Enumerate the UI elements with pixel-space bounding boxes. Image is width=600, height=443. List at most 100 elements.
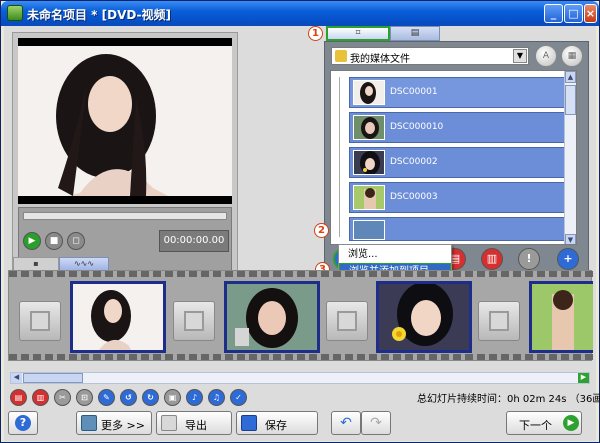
more-label: 更多 >> [101,419,145,432]
scroll-up-icon[interactable]: ▲ [565,71,576,83]
remove-all-icon[interactable]: ▥ [481,248,503,270]
help-icon: ? [15,415,31,431]
auto-arrange-icon[interactable]: A [535,45,557,67]
thumbnail [353,115,385,140]
close-button[interactable]: × [584,4,597,23]
app-logo-icon [7,5,23,21]
redo-button[interactable]: ↷ [361,411,391,435]
apply-icon[interactable]: ✓ [230,389,247,406]
callout-2: 2 [314,223,329,238]
add-icon[interactable]: + [557,248,579,270]
preview-panel: ▶ ■ ◻ 00:00:00.00 [12,32,238,279]
info-icon[interactable]: ! [518,248,540,270]
delete-slide-icon[interactable]: ▤ [10,389,27,406]
client-area: ▶ ■ ◻ 00:00:00.00 1 ⌗ ▤ 我的媒体文件 ▼ A ▦ DSC… [4,26,600,441]
transition-icon [184,311,204,331]
undo-button[interactable]: ↶ [331,411,361,435]
transition-icon [489,311,509,331]
list-item[interactable]: DSC00003 [349,182,571,213]
slide-thumbnail[interactable] [70,281,166,353]
save-label: 保存 [265,419,287,432]
camera-icon: ▪ [33,259,39,268]
edit-icon[interactable]: ✎ [98,389,115,406]
chevron-down-icon[interactable]: ▼ [513,49,527,63]
tab-other[interactable]: ▤ [390,26,440,41]
window-title: 未命名项目 * [DVD-视频] [27,8,172,22]
play-icon[interactable]: ▶ [23,232,41,250]
file-name: DSC00003 [390,192,438,202]
app-window: 未命名项目 * [DVD-视频] _ □ × ▶ ■ ◻ 00:00:00.00… [0,0,600,443]
list-item[interactable]: DSC00001 [349,77,571,108]
list-item[interactable] [349,217,571,241]
export-button[interactable]: 导出 [156,411,232,435]
folder-name: 我的媒体文件 [350,54,410,65]
storyboard [8,270,593,361]
next-arrow-icon: ▶ [563,415,579,431]
slide-thumbnail[interactable] [376,281,472,353]
tab-media[interactable]: ⌗ [326,26,390,41]
file-name: DSC00002 [390,157,438,167]
volume-icon[interactable]: ♪ [186,389,203,406]
thumbnail [353,150,385,175]
help-button[interactable]: ? [8,411,38,435]
rotate-left-icon[interactable]: ↺ [120,389,137,406]
fullscreen-icon[interactable]: ◻ [67,232,85,250]
list-item[interactable]: DSC000010 [349,112,571,143]
list-item[interactable]: DSC00002 [349,147,571,178]
title-bar[interactable]: 未命名项目 * [DVD-视频] _ □ × [1,1,599,26]
scroll-right-icon[interactable]: ▶ [578,373,589,383]
film-strip-bottom [9,354,593,360]
settings-icon [81,415,97,431]
slide-thumbnail[interactable] [529,281,593,353]
export-icon [161,415,177,431]
folder-icon [335,50,347,62]
thumbnail [353,185,385,210]
next-button[interactable]: 下一个 ▶ [506,411,582,435]
redo-arrow-icon: ↷ [370,415,382,431]
file-name: DSC000010 [390,122,444,132]
transition-slot[interactable] [173,301,215,341]
seek-slider[interactable] [23,212,227,220]
audio-icon[interactable]: ♫ [208,389,225,406]
timecode-display: 00:00:00.00 [159,230,229,252]
file-list-scrollbar[interactable]: ▲ ▼ [564,71,576,244]
waveform-icon: ∿∿∿ [73,259,95,268]
tab-storyboard[interactable]: ▪ [13,257,59,270]
transition-icon [337,311,357,331]
transition-icon [30,311,50,331]
delete-all-icon[interactable]: ▥ [32,389,49,406]
filter-icon[interactable]: ▦ [561,45,583,67]
file-name: DSC00001 [390,87,438,97]
film-strip-top [9,271,593,277]
transition-slot[interactable] [478,301,520,341]
duration-text: 总幻灯片持续时间：0h 02m 24s （36画面） [417,394,600,405]
transition-slot[interactable] [19,301,61,341]
scroll-down-icon[interactable]: ▼ [565,234,576,244]
next-label: 下一个 [519,419,552,432]
folder-dropdown[interactable]: 我的媒体文件 ▼ [331,47,529,65]
thumbnail [353,80,385,105]
more-button[interactable]: 更多 >> [76,411,152,435]
media-library: 我的媒体文件 ▼ A ▦ DSC00001 DSC000010 DSC00002… [324,41,589,272]
tab-audio[interactable]: ∿∿∿ [59,257,109,270]
menu-item-browse[interactable]: 浏览... [339,247,451,263]
file-list: DSC00001 DSC000010 DSC00002 DSC00003 ▲ ▼ [330,70,577,245]
stop-icon[interactable]: ■ [45,232,63,250]
scroll-left-icon[interactable]: ◀ [11,373,22,383]
maximize-button[interactable]: □ [564,4,583,23]
scroll-thumb[interactable] [565,85,576,115]
properties-icon[interactable]: ▣ [164,389,181,406]
transition-slot[interactable] [326,301,368,341]
save-icon [241,415,257,431]
storyboard-scrollbar[interactable]: ◀ ▶ [10,372,590,384]
tree-connector [339,77,340,237]
minimize-button[interactable]: _ [544,4,563,23]
export-label: 导出 [185,419,207,432]
undo-arrow-icon: ↶ [340,415,352,431]
slide-thumbnail[interactable] [224,281,320,353]
save-button[interactable]: 保存 [236,411,318,435]
scroll-thumb-horizontal[interactable] [23,373,83,383]
rotate-right-icon[interactable]: ↻ [142,389,159,406]
tools-icon[interactable]: ✂ [54,389,71,406]
crop-icon[interactable]: ⊡ [76,389,93,406]
